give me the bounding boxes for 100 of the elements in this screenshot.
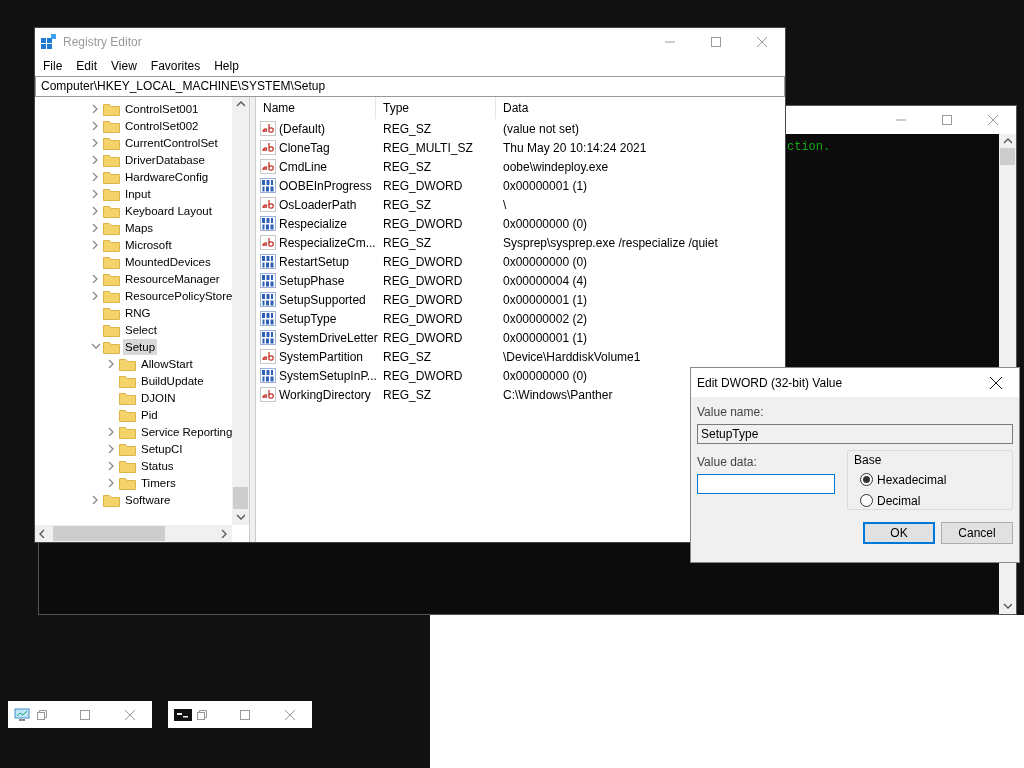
close-icon [284,709,295,720]
folder-icon [103,101,120,116]
tree-item[interactable]: DriverDatabase [123,151,207,168]
tree-item[interactable]: SetupCI [139,440,185,457]
value-type: REG_SZ [382,234,432,252]
maximize-icon [240,709,251,720]
folder-icon [103,152,120,167]
registry-icon [41,34,57,50]
column-header[interactable]: Name [256,97,376,119]
tree-item[interactable]: Setup [123,338,158,355]
tree-item[interactable]: Status [139,457,176,474]
tree-item[interactable]: AllowStart [139,355,195,372]
column-header[interactable]: Type [376,97,496,119]
value-data: C:\Windows\Panther [502,386,613,404]
field-label: Value name: [697,404,765,421]
close-icon [990,376,1002,389]
menu-item[interactable]: Edit [69,56,105,76]
cancel-button[interactable]: Cancel [941,522,1013,544]
binary-value-icon [260,273,276,288]
scrollbar-thumb[interactable] [53,526,165,541]
tree-item[interactable]: Service Reporting [139,423,233,440]
tree-item[interactable]: Select [123,321,159,338]
value-name[interactable]: (Default) [279,119,325,138]
value-name[interactable]: RestartSetup [279,252,350,271]
value-name[interactable]: SystemSetupInP... [279,366,377,385]
value-name-field[interactable]: SetupType [697,424,1013,444]
value-name[interactable]: CloneTag [279,138,330,157]
menu-item[interactable]: View [104,56,144,76]
menu-item[interactable]: Help [207,56,246,76]
address-bar[interactable]: Computer\HKEY_LOCAL_MACHINE\SYSTEM\Setup [35,76,785,97]
folder-icon [119,373,136,388]
radio-option[interactable]: Decimal [854,490,1012,511]
tree-item[interactable]: HardwareConfig [123,168,211,185]
value-name[interactable]: OOBEInProgress [279,176,372,195]
value-data: 0x00000000 (0) [502,367,588,385]
tree-item[interactable]: Software [123,491,173,508]
value-data: oobe\windeploy.exe [502,158,609,176]
binary-value-icon [260,178,276,193]
minimized-window[interactable] [168,701,312,728]
scrollbar-thumb[interactable] [233,487,249,509]
tree-item[interactable]: ControlSet002 [123,117,201,134]
menu-item[interactable]: File [36,56,70,76]
tree-item[interactable]: Keyboard Layout [123,202,214,219]
value-data: 0x00000004 (4) [502,272,588,290]
close-icon [124,709,135,720]
value-type: REG_SZ [382,158,432,176]
value-name[interactable]: WorkingDirectory [279,385,371,404]
value-name[interactable]: SetupType [279,309,337,328]
group-label: Base [854,452,883,469]
value-type: REG_SZ [382,120,432,138]
value-name[interactable]: SetupPhase [279,271,345,290]
scrollbar-thumb[interactable] [1000,148,1015,165]
value-name[interactable]: SystemPartition [279,347,364,366]
folder-icon [103,203,120,218]
radio-button[interactable] [860,473,873,486]
scrollbar[interactable] [35,525,232,542]
console-icon [174,707,192,722]
tree-item[interactable]: ResourcePolicyStore [123,287,233,304]
value-name[interactable]: RespecializeCm... [279,233,376,252]
tree-item[interactable]: ControlSet001 [123,100,201,117]
tree-item[interactable]: DJOIN [139,389,178,406]
string-value-icon [260,159,276,174]
tree-item[interactable]: Microsoft [123,236,174,253]
tree-item[interactable]: BuildUpdate [139,372,206,389]
menu-item[interactable]: Favorites [143,56,208,76]
folder-icon [119,424,136,439]
value-name[interactable]: Respecialize [279,214,348,233]
tree-item[interactable]: Input [123,185,153,202]
tree-item[interactable]: Timers [139,474,178,491]
tree-item[interactable]: Maps [123,219,156,236]
tree-item[interactable]: MountedDevices [123,253,213,270]
value-name[interactable]: OsLoaderPath [279,195,357,214]
value-name[interactable]: CmdLine [279,157,328,176]
value-name[interactable]: SetupSupported [279,290,366,309]
value-type: REG_DWORD [382,272,464,290]
tree-item[interactable]: CurrentControlSet [123,134,220,151]
value-data-field[interactable] [697,474,835,494]
binary-value-icon [260,254,276,269]
value-type: REG_DWORD [382,329,464,347]
radio-button[interactable] [860,494,873,507]
maximize-icon [942,115,952,125]
binary-value-icon [260,311,276,326]
string-value-icon [260,387,276,402]
tree-item[interactable]: Pid [139,406,160,423]
folder-icon [119,407,136,422]
folder-icon [103,492,120,507]
radio-option[interactable]: Hexadecimal [854,469,1012,490]
value-type: REG_MULTI_SZ [382,139,474,157]
value-data: Thu May 20 10:14:24 2021 [502,139,647,157]
scrollbar[interactable] [232,97,249,525]
tree-item[interactable]: ResourceManager [123,270,222,287]
tree-item[interactable]: RNG [123,304,153,321]
column-header[interactable]: Data [496,97,785,119]
ok-button[interactable]: OK [863,522,935,544]
window-title: Registry Editor [63,34,143,51]
value-data: \ [502,196,507,214]
value-name[interactable]: SystemDriveLetter [279,328,378,347]
folder-icon [119,475,136,490]
folder-icon [103,322,120,337]
folder-icon [103,305,120,320]
